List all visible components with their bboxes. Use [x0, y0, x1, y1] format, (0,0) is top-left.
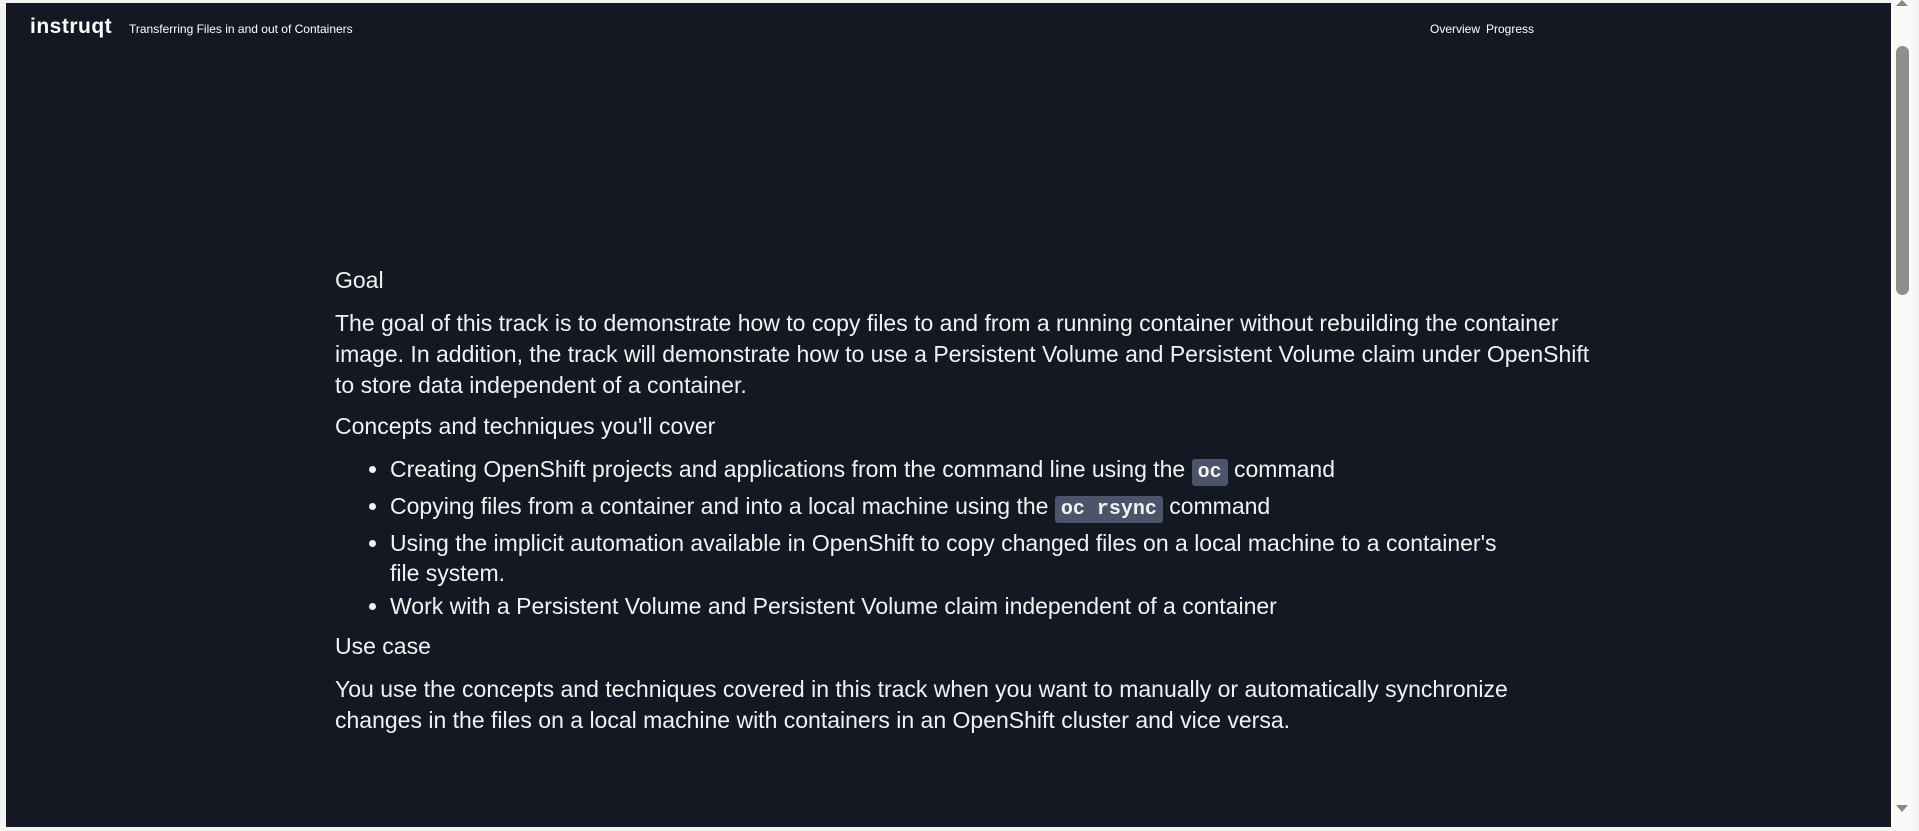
scrollbar-thumb[interactable]: [1896, 46, 1909, 295]
concepts-heading: Concepts and techniques you'll cover: [335, 413, 716, 439]
scrollbar[interactable]: [1891, 0, 1913, 831]
list-item: Work with a Persistent Volume and Persis…: [390, 591, 1595, 621]
item-text: Work with a Persistent Volume and Persis…: [390, 593, 1277, 619]
scroll-up-arrow-icon[interactable]: [1896, 0, 1908, 6]
concepts-list: Creating OpenShift projects and applicat…: [335, 454, 1595, 621]
item-text: Using the implicit automation available …: [390, 530, 1497, 586]
top-bar: instruqt Transferring Files in and out o…: [6, 3, 1891, 49]
usecase-text: You use the concepts and techniques cove…: [335, 676, 1508, 733]
goal-text: The goal of this track is to demonstrate…: [335, 310, 1590, 398]
list-item: Copying files from a container and into …: [390, 491, 1595, 525]
item-text: command: [1162, 493, 1271, 519]
list-item: Creating OpenShift projects and applicat…: [390, 454, 1595, 488]
item-text: command: [1227, 456, 1335, 482]
list-item: Using the implicit automation available …: [390, 528, 1530, 588]
item-text: Creating OpenShift projects and applicat…: [390, 456, 1192, 482]
scroll-down-arrow-icon[interactable]: [1896, 805, 1908, 812]
nav-overview[interactable]: Overview: [1430, 22, 1480, 36]
app-window: instruqt Transferring Files in and out o…: [6, 3, 1891, 827]
inline-code: oc: [1191, 459, 1228, 486]
usecase-heading: Use case: [335, 633, 431, 659]
logo-text: instruqt: [30, 15, 113, 38]
instruqt-logo[interactable]: instruqt: [30, 15, 112, 39]
nav-progress[interactable]: Progress: [1486, 22, 1534, 36]
track-title: Transferring Files in and out of Contain…: [129, 22, 353, 36]
goal-heading: Goal: [335, 267, 384, 293]
track-description: Goal The goal of this track is to demons…: [335, 265, 1595, 746]
inline-code: oc rsync: [1054, 496, 1163, 523]
item-text: Copying files from a container and into …: [390, 493, 1055, 519]
